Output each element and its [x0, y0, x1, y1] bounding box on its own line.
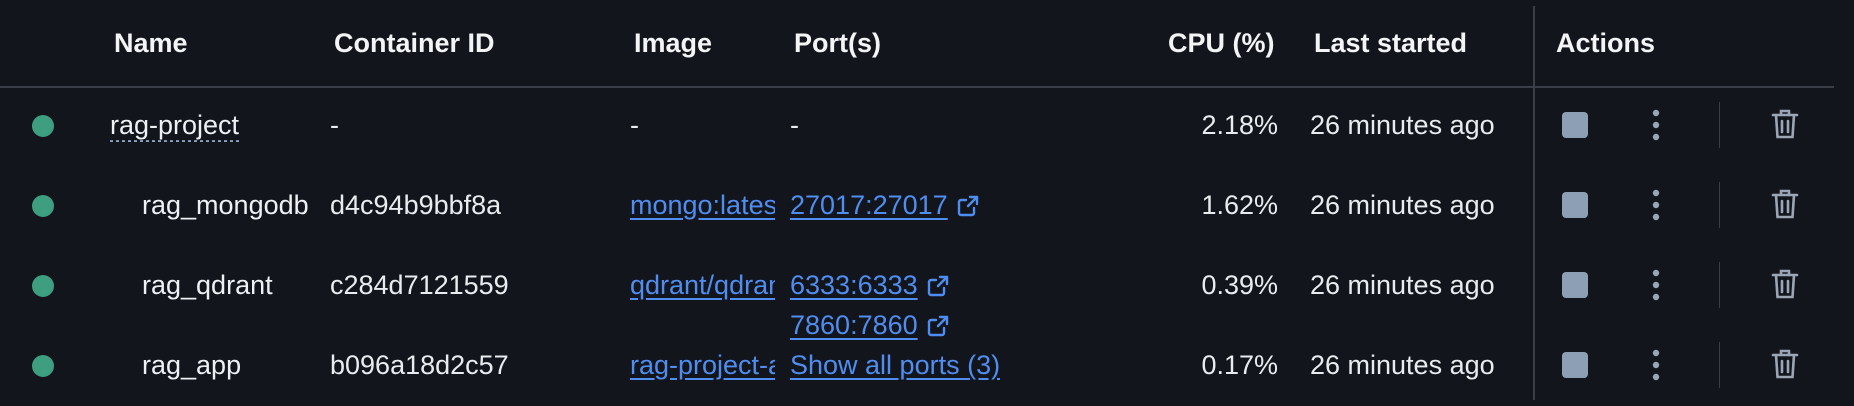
trash-icon[interactable]: [1770, 268, 1800, 300]
port-mapping: -: [790, 110, 799, 140]
port-link-wrapper[interactable]: 6333:6333: [790, 268, 950, 302]
table-row[interactable]: rag-project - - - 2.18% 26 minutes ago: [0, 86, 1854, 166]
container-id: -: [330, 110, 339, 140]
cpu-usage: 0.39%: [1201, 270, 1278, 300]
port-link[interactable]: 6333:6333: [790, 270, 918, 300]
last-started: 26 minutes ago: [1310, 270, 1495, 300]
container-name[interactable]: rag_qdrant: [142, 268, 316, 302]
kebab-menu-icon[interactable]: [1646, 107, 1666, 143]
image-name: -: [630, 110, 639, 140]
column-header-cpu[interactable]: CPU (%): [1168, 28, 1275, 59]
external-link-icon[interactable]: [926, 274, 950, 298]
stop-square-icon[interactable]: [1562, 192, 1588, 218]
column-header-container-id[interactable]: Container ID: [334, 28, 495, 59]
stop-square-icon[interactable]: [1562, 272, 1588, 298]
container-name[interactable]: rag-project: [110, 108, 310, 142]
actions-divider: [1719, 182, 1720, 228]
port-link-wrapper[interactable]: 7860:7860: [790, 308, 950, 342]
image-link[interactable]: qdrant/qdrant: [630, 268, 775, 302]
show-all-ports-link[interactable]: Show all ports (3): [790, 348, 1000, 382]
port-link-wrapper[interactable]: 27017:27017: [790, 188, 980, 222]
running-status-dot: [32, 355, 54, 377]
cpu-usage: 0.17%: [1201, 350, 1278, 380]
container-id[interactable]: b096a18d2c57: [330, 348, 509, 382]
external-link-icon[interactable]: [926, 314, 950, 338]
column-header-image[interactable]: Image: [634, 28, 712, 59]
actions-divider: [1719, 262, 1720, 308]
container-name[interactable]: rag_mongodb: [142, 188, 316, 222]
column-header-ports[interactable]: Port(s): [794, 28, 881, 59]
kebab-menu-icon[interactable]: [1646, 267, 1666, 303]
cpu-usage: 2.18%: [1201, 110, 1278, 140]
cpu-usage: 1.62%: [1201, 190, 1278, 220]
actions-divider: [1719, 102, 1720, 148]
external-link-icon[interactable]: [956, 194, 980, 218]
column-header-actions: Actions: [1556, 28, 1656, 58]
stop-square-icon[interactable]: [1562, 112, 1588, 138]
actions-divider: [1719, 342, 1720, 388]
last-started: 26 minutes ago: [1310, 110, 1495, 140]
running-status-dot: [32, 275, 54, 297]
running-status-dot: [32, 115, 54, 137]
table-header: Name Container ID Image Port(s) CPU (%) …: [0, 0, 1834, 88]
container-id[interactable]: c284d7121559: [330, 268, 509, 302]
container-id[interactable]: d4c94b9bbf8a: [330, 188, 501, 222]
image-link[interactable]: mongo:latest: [630, 188, 775, 222]
column-header-name[interactable]: Name: [114, 28, 188, 59]
running-status-dot: [32, 195, 54, 217]
table-row[interactable]: rag_app b096a18d2c57 rag-project-app 786…: [0, 310, 1854, 406]
column-header-last-started[interactable]: Last started: [1314, 28, 1467, 59]
last-started: 26 minutes ago: [1310, 350, 1495, 380]
kebab-menu-icon[interactable]: [1646, 347, 1666, 383]
table-row[interactable]: rag_mongodb d4c94b9bbf8a mongo:latest 27…: [0, 166, 1854, 246]
port-link[interactable]: 27017:27017: [790, 190, 948, 220]
port-link[interactable]: 7860:7860: [790, 310, 918, 340]
last-started: 26 minutes ago: [1310, 190, 1495, 220]
kebab-menu-icon[interactable]: [1646, 187, 1666, 223]
trash-icon[interactable]: [1770, 108, 1800, 140]
image-link[interactable]: rag-project-app: [630, 348, 775, 382]
trash-icon[interactable]: [1770, 348, 1800, 380]
stop-square-icon[interactable]: [1562, 352, 1588, 378]
containers-table: Name Container ID Image Port(s) CPU (%) …: [0, 0, 1854, 400]
container-name[interactable]: rag_app: [142, 348, 316, 382]
trash-icon[interactable]: [1770, 188, 1800, 220]
